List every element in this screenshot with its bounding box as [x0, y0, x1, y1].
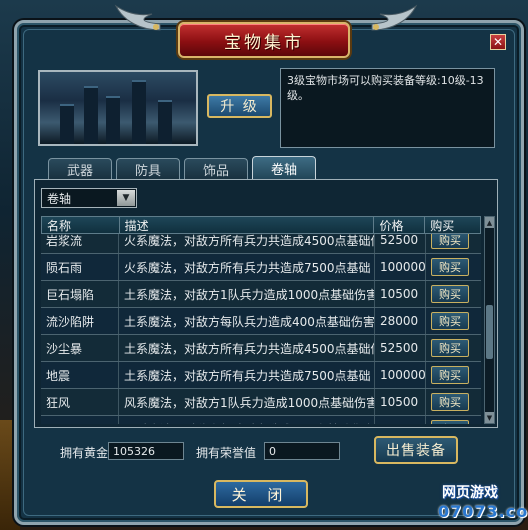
item-price: 10500: [375, 281, 426, 307]
buy-button[interactable]: 购买: [431, 312, 469, 330]
item-description: 火系魔法，对敌方所有兵力共造成4500点基础伤: [119, 234, 375, 253]
item-description: 风系魔法，对敌方每队兵力造成400点基础伤害: [119, 416, 375, 424]
buy-button[interactable]: 购买: [431, 393, 469, 411]
item-description: 土系魔法，对敌方每队兵力造成400点基础伤害: [119, 308, 375, 334]
buy-button[interactable]: 购买: [431, 420, 469, 424]
table-scrollbar[interactable]: ▲ ▼: [484, 216, 495, 424]
tab-armor[interactable]: 防具: [116, 158, 180, 180]
table-row: 流沙陷阱 土系魔法，对敌方每队兵力造成400点基础伤害 28000 购买: [41, 308, 481, 335]
window-title: 宝物集市: [224, 32, 304, 53]
buy-button[interactable]: 购买: [431, 234, 469, 249]
close-icon[interactable]: ✕: [490, 34, 506, 50]
tab-weapons[interactable]: 武器: [48, 158, 112, 180]
left-wing-ornament-icon: [114, 4, 161, 31]
gold-value: 105326: [108, 442, 184, 460]
table-row: 地震 土系魔法，对敌方所有兵力共造成7500点基础 100000 购买: [41, 362, 481, 389]
right-wing-ornament-icon: [371, 4, 418, 31]
table-row: 飓风 风系魔法，对敌方每队兵力造成400点基础伤害 28000 购买: [41, 416, 481, 424]
header-description: 描述: [120, 217, 375, 233]
table-row: 狂风 风系魔法，对敌方1队兵力造成1000点基础伤害 10500 购买: [41, 389, 481, 416]
category-filter-select[interactable]: 卷轴 ▼: [41, 188, 137, 208]
sell-equipment-button[interactable]: 出售装备: [374, 436, 458, 464]
item-price: 52500: [375, 335, 426, 361]
header-name: 名称: [42, 217, 120, 233]
item-name: 流沙陷阱: [41, 308, 119, 334]
buy-button[interactable]: 购买: [431, 339, 469, 357]
header-buy: 购买: [430, 218, 455, 233]
filter-selected-value: 卷轴: [47, 191, 72, 206]
market-level-description: 3级宝物市场可以购买装备等级:10级-13级。: [280, 68, 495, 148]
buy-button[interactable]: 购买: [431, 366, 469, 384]
item-price: 100000: [375, 362, 426, 388]
tab-accessories[interactable]: 饰品: [184, 158, 248, 180]
item-price: 28000: [375, 308, 426, 334]
honor-label: 拥有荣誉值: [196, 446, 257, 460]
upgrade-button[interactable]: 升 级: [207, 94, 272, 118]
item-description: 火系魔法，对敌方所有兵力共造成7500点基础: [119, 254, 375, 280]
table-row: 陨石雨 火系魔法，对敌方所有兵力共造成7500点基础 100000 购买: [41, 254, 481, 281]
item-price: 28000: [375, 416, 426, 424]
gold-label: 拥有黄金: [60, 446, 109, 460]
table-row: 巨石塌陷 土系魔法，对敌方1队兵力造成1000点基础伤害 10500 购买: [41, 281, 481, 308]
chevron-down-icon[interactable]: ▼: [117, 190, 135, 206]
item-name: 陨石雨: [41, 254, 119, 280]
table-header: 名称 描述 价格 购买: [41, 216, 481, 234]
item-name: 巨石塌陷: [41, 281, 119, 307]
table-row: 岩浆流 火系魔法，对敌方所有兵力共造成4500点基础伤 52500 购买: [41, 234, 481, 254]
item-price: 52500: [375, 234, 426, 253]
item-description: 风系魔法，对敌方1队兵力造成1000点基础伤害: [119, 389, 375, 415]
item-name: 狂风: [41, 389, 119, 415]
honor-value: 0: [264, 442, 340, 460]
scroll-up-arrow-icon[interactable]: ▲: [485, 217, 494, 228]
buy-button[interactable]: 购买: [431, 258, 469, 276]
item-list-panel: 卷轴 ▼ 名称 描述 价格 购买 岩浆流 火系魔法，对敌方所有兵力共造成4500…: [34, 179, 498, 428]
item-description: 土系魔法，对敌方1队兵力造成1000点基础伤害: [119, 281, 375, 307]
close-button[interactable]: 关 闭: [214, 480, 308, 508]
tab-scrolls[interactable]: 卷轴: [252, 156, 316, 180]
header-price: 价格: [374, 217, 426, 233]
item-name: 飓风: [41, 416, 119, 424]
site-watermark-logo: 网页游戏 07073.com: [430, 478, 528, 528]
item-name: 沙尘暴: [41, 335, 119, 361]
scroll-down-arrow-icon[interactable]: ▼: [485, 412, 494, 423]
item-description: 土系魔法，对敌方所有兵力共造成4500点基础伤: [119, 335, 375, 361]
item-price: 100000: [375, 254, 426, 280]
market-preview-image: [38, 70, 198, 146]
item-name: 地震: [41, 362, 119, 388]
category-tabs: 武器 防具 饰品 卷轴: [48, 156, 316, 180]
table-body[interactable]: 岩浆流 火系魔法，对敌方所有兵力共造成4500点基础伤 52500 购买 陨石雨…: [41, 234, 481, 424]
item-table: 名称 描述 价格 购买 岩浆流 火系魔法，对敌方所有兵力共造成4500点基础伤 …: [41, 216, 481, 426]
scrollbar-thumb[interactable]: [486, 305, 493, 359]
item-price: 10500: [375, 389, 426, 415]
item-name: 岩浆流: [41, 234, 119, 253]
watermark-line2: 07073.com: [438, 502, 528, 521]
title-banner: 宝物集市: [178, 22, 350, 58]
table-row: 沙尘暴 土系魔法，对敌方所有兵力共造成4500点基础伤 52500 购买: [41, 335, 481, 362]
buy-button[interactable]: 购买: [431, 285, 469, 303]
watermark-line1: 网页游戏: [442, 485, 498, 501]
item-description: 土系魔法，对敌方所有兵力共造成7500点基础: [119, 362, 375, 388]
